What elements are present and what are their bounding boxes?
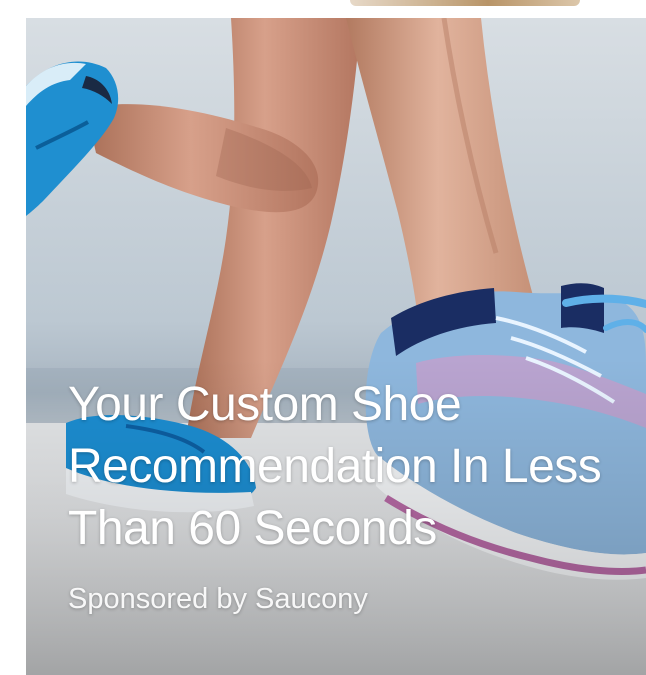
headline-line: Your Custom Shoe <box>68 378 462 431</box>
sponsor-label: Sponsored by Saucony <box>68 583 368 615</box>
top-image-fragment <box>350 0 580 6</box>
screen: Your Custom Shoe Recommendation In Less … <box>0 0 646 675</box>
sponsored-ad-card[interactable]: Your Custom Shoe Recommendation In Less … <box>26 18 646 675</box>
headline-line: Recommendation In Less <box>68 440 602 493</box>
headline-line: Than 60 Seconds <box>68 502 437 555</box>
ad-text-overlay: Your Custom Shoe Recommendation In Less … <box>68 374 646 616</box>
ad-headline[interactable]: Your Custom Shoe Recommendation In Less … <box>68 374 646 560</box>
